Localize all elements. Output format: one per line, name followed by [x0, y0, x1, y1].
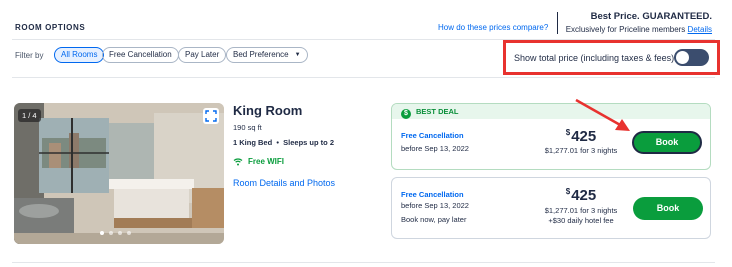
- photo-carousel-dots: [100, 231, 131, 235]
- currency-symbol: $: [565, 128, 571, 137]
- filter-chip-all-rooms[interactable]: All Rooms: [54, 47, 105, 63]
- filter-by-label: Filter by: [15, 51, 44, 60]
- header-divider: [557, 12, 558, 34]
- total-price: $1,277.01 for 3 nights: [544, 146, 618, 155]
- wifi-amenity: Free WIFI: [233, 157, 284, 166]
- total-price-toggle-label: Show total price (including taxes & fees…: [514, 53, 675, 63]
- book-button[interactable]: Book: [632, 131, 702, 154]
- dollar-icon: $: [401, 109, 411, 119]
- total-price-toggle-highlight: Show total price (including taxes & fees…: [503, 40, 720, 75]
- chevron-down-icon: ▼: [294, 52, 301, 58]
- toggle-knob: [676, 51, 689, 64]
- nightly-price: $425: [556, 128, 606, 145]
- room-size: 190 sq ft: [233, 123, 262, 132]
- cancel-by-date: before Sep 13, 2022: [401, 201, 469, 210]
- carousel-dot[interactable]: [118, 231, 122, 235]
- bed-type: 1 King Bed: [233, 138, 273, 147]
- details-link[interactable]: Details: [688, 25, 712, 34]
- filter-chip-pay-later[interactable]: Pay Later: [178, 47, 227, 63]
- room-options-heading: ROOM OPTIONS: [15, 23, 86, 32]
- best-price-guarantee: Best Price. GUARANTEED.: [590, 11, 712, 22]
- cancel-by-date: before Sep 13, 2022: [401, 144, 469, 153]
- divider: [12, 262, 715, 263]
- nightly-price: $425: [556, 187, 606, 204]
- room-details-link[interactable]: Room Details and Photos: [233, 178, 335, 188]
- expand-icon: [205, 110, 217, 122]
- rate-card-pay-later: Free Cancellation before Sep 13, 2022 Bo…: [391, 177, 711, 239]
- bed-info: 1 King Bed • Sleeps up to 2: [233, 138, 334, 147]
- exclusive-text: Exclusively for Priceline members: [565, 25, 686, 34]
- photo-counter: 1 / 4: [18, 109, 41, 122]
- expand-photo-button[interactable]: [203, 108, 219, 124]
- rate-card-best-deal: $ BEST DEAL Free Cancellation before Sep …: [391, 103, 711, 170]
- hotel-fee: +$30 daily hotel fee: [548, 216, 614, 225]
- book-button[interactable]: Book: [633, 197, 703, 220]
- price-value: 425: [571, 187, 597, 204]
- bed-preference-label: Bed Preference: [233, 50, 289, 59]
- carousel-dot[interactable]: [127, 231, 131, 235]
- exclusive-note: Exclusively for Priceline members Detail…: [566, 25, 712, 34]
- best-deal-label: BEST DEAL: [416, 107, 459, 116]
- free-cancellation-label: Free Cancellation: [401, 190, 464, 199]
- bullet: •: [274, 138, 282, 147]
- price-value: 425: [571, 128, 597, 145]
- room-name: King Room: [233, 103, 303, 118]
- currency-symbol: $: [565, 187, 571, 196]
- sleeps-info: Sleeps up to 2: [283, 138, 335, 147]
- wifi-icon: [233, 158, 243, 166]
- room-photo[interactable]: 1 / 4: [14, 103, 224, 244]
- best-deal-banner: $ BEST DEAL: [392, 104, 710, 119]
- carousel-dot[interactable]: [100, 231, 104, 235]
- free-cancellation-label: Free Cancellation: [401, 131, 464, 140]
- total-price: $1,277.01 for 3 nights: [544, 206, 618, 215]
- divider: [12, 77, 715, 78]
- pay-later-label: Book now, pay later: [401, 215, 467, 224]
- price-compare-link[interactable]: How do these prices compare?: [438, 23, 548, 32]
- carousel-dot[interactable]: [109, 231, 113, 235]
- room-photo-illustration: [14, 103, 224, 244]
- filter-dropdown-bed-preference[interactable]: Bed Preference ▼: [226, 47, 308, 63]
- wifi-label: Free WIFI: [248, 157, 285, 166]
- total-price-toggle-switch[interactable]: [674, 49, 709, 66]
- filter-chip-free-cancellation[interactable]: Free Cancellation: [102, 47, 179, 63]
